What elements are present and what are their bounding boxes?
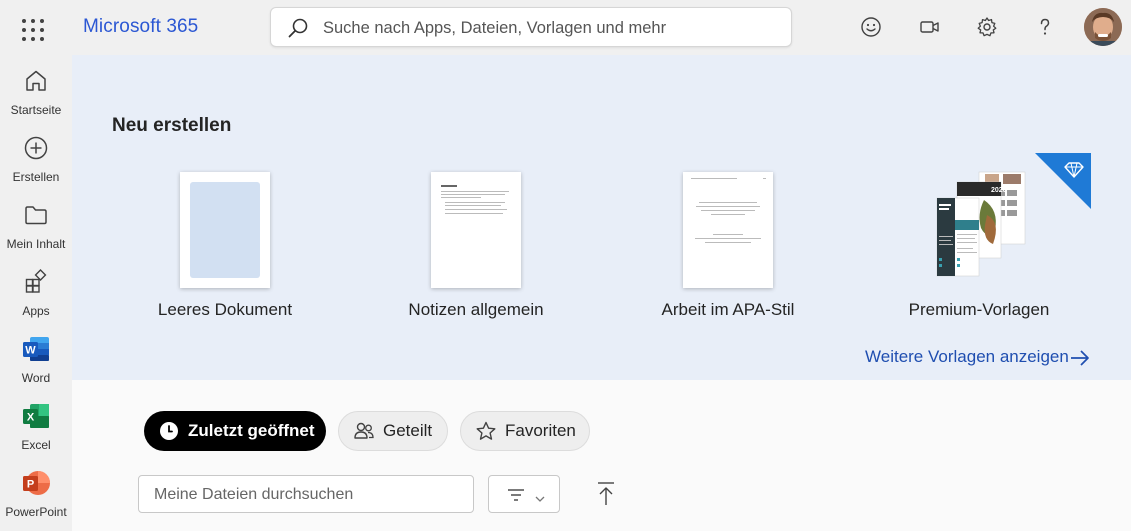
brand-title[interactable]: Microsoft 365	[83, 16, 198, 38]
sidebar-item-label: Mein Inhalt	[6, 237, 66, 251]
sidebar-item-mein-inhalt[interactable]: Mein Inhalt	[0, 199, 72, 259]
template-name: Arbeit im APA-Stil	[661, 300, 795, 319]
tab-recent[interactable]: Zuletzt geöffnet	[144, 411, 326, 451]
search-box[interactable]: Suche nach Apps, Dateien, Vorlagen und m…	[270, 7, 792, 47]
more-templates-link[interactable]: Weitere Vorlagen anzeigen	[865, 347, 1069, 367]
sidebar-item-label: PowerPoint	[5, 505, 67, 519]
svg-text:W: W	[25, 345, 36, 357]
sidebar-item-erstellen[interactable]: Erstellen	[0, 132, 72, 192]
waffle-icon[interactable]	[16, 12, 48, 44]
sidebar-item-powerpoint[interactable]: P PowerPoint	[0, 467, 72, 527]
video-icon[interactable]	[916, 13, 944, 41]
template-thumbnail	[683, 172, 773, 288]
template-thumbnail	[431, 172, 521, 288]
help-icon[interactable]	[1031, 13, 1059, 41]
template-general-notes[interactable]: Notizen allgemein	[368, 170, 568, 330]
folder-icon	[20, 199, 52, 231]
premium-year: 2020	[991, 187, 1007, 194]
star-icon	[475, 420, 497, 442]
filter-button[interactable]	[488, 475, 560, 513]
sidebar-item-startseite[interactable]: Startseite	[0, 65, 72, 125]
sidebar-item-label: Erstellen	[12, 170, 60, 184]
tab-label: Zuletzt geöffnet	[188, 421, 315, 440]
tab-label: Geteilt	[383, 421, 433, 440]
home-icon	[20, 65, 52, 97]
main-content: Neu erstellen Leeres Dokument Notizen al…	[72, 55, 1131, 531]
word-icon: W	[20, 333, 52, 365]
premium-diamond-icon	[1035, 153, 1091, 209]
top-bar: Microsoft 365 Suche nach Apps, Dateien, …	[0, 0, 1131, 55]
template-name: Premium-Vorlagen	[908, 300, 1050, 319]
people-icon	[353, 420, 375, 442]
filter-icon	[507, 488, 525, 507]
svg-text:X: X	[27, 412, 35, 424]
chevron-down-icon	[535, 490, 545, 508]
search-placeholder: Suche nach Apps, Dateien, Vorlagen und m…	[323, 19, 667, 37]
tab-favorites[interactable]: Favoriten	[460, 411, 590, 451]
plus-circle-icon	[20, 132, 52, 164]
template-name: Notizen allgemein	[408, 300, 544, 319]
search-icon	[287, 17, 309, 44]
left-nav: Startseite Erstellen Mein Inhalt Apps W …	[0, 55, 72, 531]
template-name: Leeres Dokument	[157, 300, 293, 319]
avatar[interactable]	[1084, 8, 1122, 46]
sidebar-item-label: Apps	[22, 304, 50, 318]
template-apa-paper[interactable]: Arbeit im APA-Stil	[620, 170, 820, 330]
powerpoint-icon: P	[20, 467, 52, 499]
template-thumbnail	[180, 172, 270, 288]
section-title: Neu erstellen	[112, 115, 232, 136]
files-search-input[interactable]: Meine Dateien durchsuchen	[138, 475, 474, 513]
sidebar-item-word[interactable]: W Word	[0, 333, 72, 393]
clock-icon	[158, 420, 180, 442]
files-search-placeholder: Meine Dateien durchsuchen	[154, 486, 354, 503]
excel-icon: X	[20, 400, 52, 432]
tab-label: Favoriten	[505, 421, 576, 440]
sidebar-item-label: Word	[21, 371, 51, 385]
sidebar-item-label: Excel	[21, 438, 51, 452]
template-thumbnail: 2020	[929, 170, 1029, 290]
smiley-icon[interactable]	[857, 13, 885, 41]
scroll-to-top-icon[interactable]	[594, 480, 618, 508]
arrow-right-icon[interactable]	[1069, 347, 1091, 374]
create-new-section: Neu erstellen Leeres Dokument Notizen al…	[72, 55, 1131, 380]
sidebar-item-label: Startseite	[10, 103, 62, 117]
svg-text:P: P	[27, 479, 34, 491]
tab-shared[interactable]: Geteilt	[338, 411, 448, 451]
template-blank-document[interactable]: Leeres Dokument	[117, 170, 317, 330]
gear-icon[interactable]	[973, 13, 1001, 41]
sidebar-item-excel[interactable]: X Excel	[0, 400, 72, 460]
apps-icon	[20, 266, 52, 298]
sidebar-item-apps[interactable]: Apps	[0, 266, 72, 326]
